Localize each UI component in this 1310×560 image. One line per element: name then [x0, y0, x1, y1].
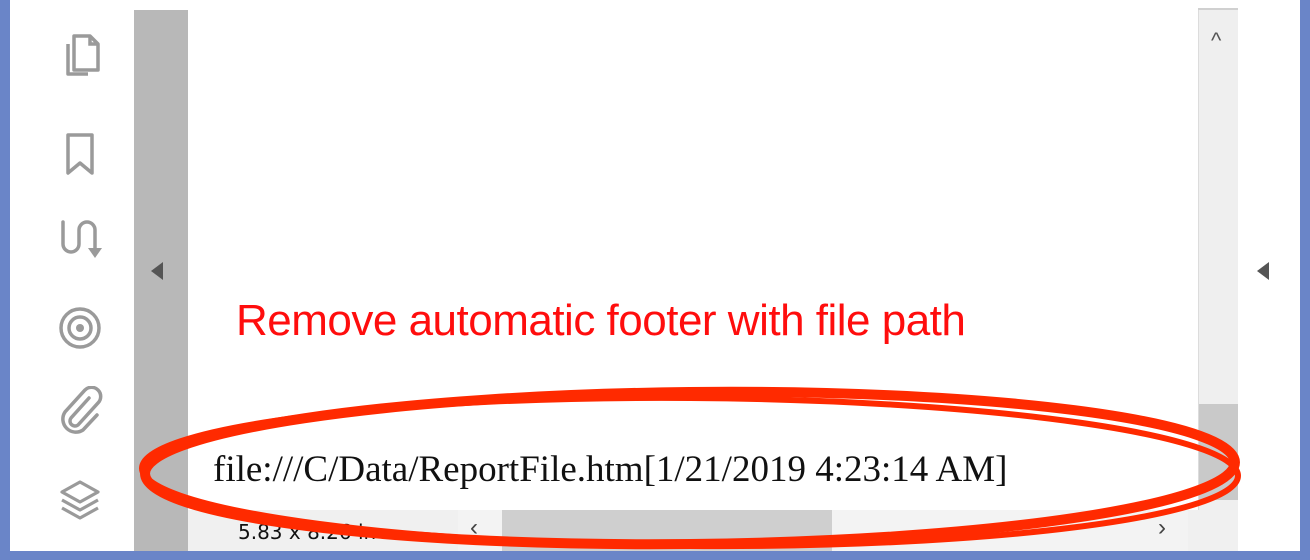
pages-icon[interactable] [54, 30, 106, 82]
left-panel-gutter [134, 10, 188, 551]
left-sidebar [10, 0, 134, 551]
navigate-icon[interactable] [54, 214, 106, 266]
bookmark-icon[interactable] [54, 128, 106, 180]
attachment-icon[interactable] [54, 386, 106, 438]
footer-file-path: file:///C/Data/ReportFile.htm[1/21/2019 … [213, 449, 1008, 490]
target-icon[interactable] [54, 302, 106, 354]
scroll-up-icon[interactable]: ^ [1211, 30, 1221, 52]
annotation-text: Remove automatic footer with file path [236, 296, 966, 345]
page-size-label: 5.83 x 8.26 in [238, 520, 377, 544]
collapse-left-icon[interactable] [151, 262, 163, 280]
scroll-left-icon[interactable]: ‹ [470, 514, 478, 542]
expand-right-panel-icon[interactable] [1257, 262, 1269, 280]
vertical-scrollbar[interactable]: ^ [1198, 10, 1239, 510]
window-frame-left [0, 0, 10, 560]
horizontal-scroll-thumb[interactable] [502, 510, 832, 551]
horizontal-scrollbar[interactable]: ‹ › [458, 510, 1188, 551]
document-page [188, 10, 1198, 510]
status-bar: 5.83 x 8.26 in ‹ › [188, 510, 1238, 551]
vertical-scroll-thumb[interactable] [1199, 404, 1239, 500]
layers-icon[interactable] [54, 476, 106, 528]
window-frame-bottom [0, 551, 1310, 560]
scroll-right-icon[interactable]: › [1158, 514, 1166, 542]
window-frame-right [1300, 0, 1310, 560]
right-panel [1238, 0, 1300, 551]
